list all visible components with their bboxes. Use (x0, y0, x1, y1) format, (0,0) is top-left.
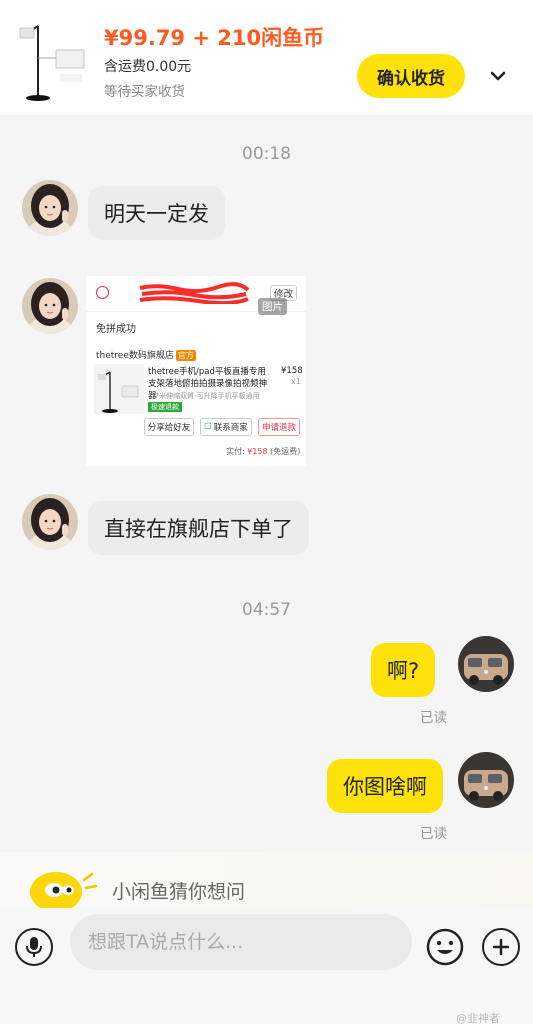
smiley-icon (426, 928, 464, 966)
redacted-address-scribble (139, 282, 250, 304)
watermark: @韭神者 (456, 1012, 500, 1024)
timestamp: 00:18 (242, 144, 291, 164)
suggestion-text: 小闲鱼猜你想问 (112, 881, 246, 903)
location-icon (96, 286, 109, 299)
read-receipt: 已读 (420, 826, 447, 842)
product-quantity: x1 (291, 377, 301, 386)
message-bubble-outgoing[interactable]: 啊? (371, 643, 436, 697)
seller-avatar[interactable] (22, 278, 78, 334)
read-receipt: 已读 (420, 710, 447, 726)
message-bubble-incoming[interactable]: 明天一定发 (88, 186, 225, 240)
timestamp: 04:57 (242, 600, 291, 620)
microphone-icon (26, 937, 42, 957)
address-row: 修改 图片 (86, 276, 306, 315)
pin-success-label: 免拼成功 (96, 324, 136, 335)
input-bar: @韭神者 (0, 908, 533, 1024)
message-bubble-incoming[interactable]: 直接在旗舰店下单了 (88, 501, 309, 555)
shipping-fee: 含运费0.00元 (104, 59, 192, 75)
more-actions-button[interactable] (482, 928, 520, 966)
refund-button: 申请退款 (258, 418, 300, 436)
message-bubble-outgoing[interactable]: 你图啥啊 (327, 759, 443, 813)
order-status: 等待买家收货 (104, 84, 185, 100)
store-name: thetree数码旗舰店 (96, 351, 174, 361)
product-thumbnail[interactable] (16, 12, 90, 104)
product-description: 1.7米伸缩双臂-可升降手机平板通用 (148, 392, 260, 400)
plus-icon (492, 938, 510, 956)
my-avatar[interactable] (458, 752, 514, 808)
image-tag: 图片 (258, 298, 287, 315)
seller-avatar[interactable] (22, 494, 78, 550)
emoji-button[interactable] (426, 928, 464, 966)
store-row: thetree数码旗舰店 官方 (96, 348, 196, 361)
contact-seller-button: ☐ 联系商家 (200, 418, 252, 436)
more-button[interactable] (478, 54, 518, 98)
suggestion-banner[interactable]: 小闲鱼猜你想问 (0, 852, 533, 908)
chevron-down-icon (490, 71, 506, 81)
image-message[interactable]: 修改 图片 免拼成功 thetree数码旗舰店 官方 thetree手机/pad平… (86, 276, 306, 466)
message-input[interactable] (70, 914, 412, 970)
my-avatar[interactable] (458, 636, 514, 692)
fish-mascot-icon (30, 872, 98, 908)
order-price: ¥99.79 + 210闲鱼币 (104, 26, 325, 50)
chat-icon: ☐ (204, 422, 212, 432)
official-badge: 官方 (175, 350, 196, 361)
order-header: ¥99.79 + 210闲鱼币 含运费0.00元 等待买家收货 确认收货 (0, 0, 533, 116)
seller-avatar[interactable] (22, 180, 78, 236)
product-image (94, 364, 144, 414)
confirm-receipt-button[interactable]: 确认收货 (357, 54, 465, 98)
fast-refund-badge: 极速退款 (148, 402, 182, 412)
share-button: 分享给好友 (144, 418, 194, 436)
paid-amount-row: 实付: ¥158 (免运费) (226, 447, 301, 456)
product-price: ¥158 (281, 366, 303, 376)
voice-button[interactable] (15, 928, 53, 966)
